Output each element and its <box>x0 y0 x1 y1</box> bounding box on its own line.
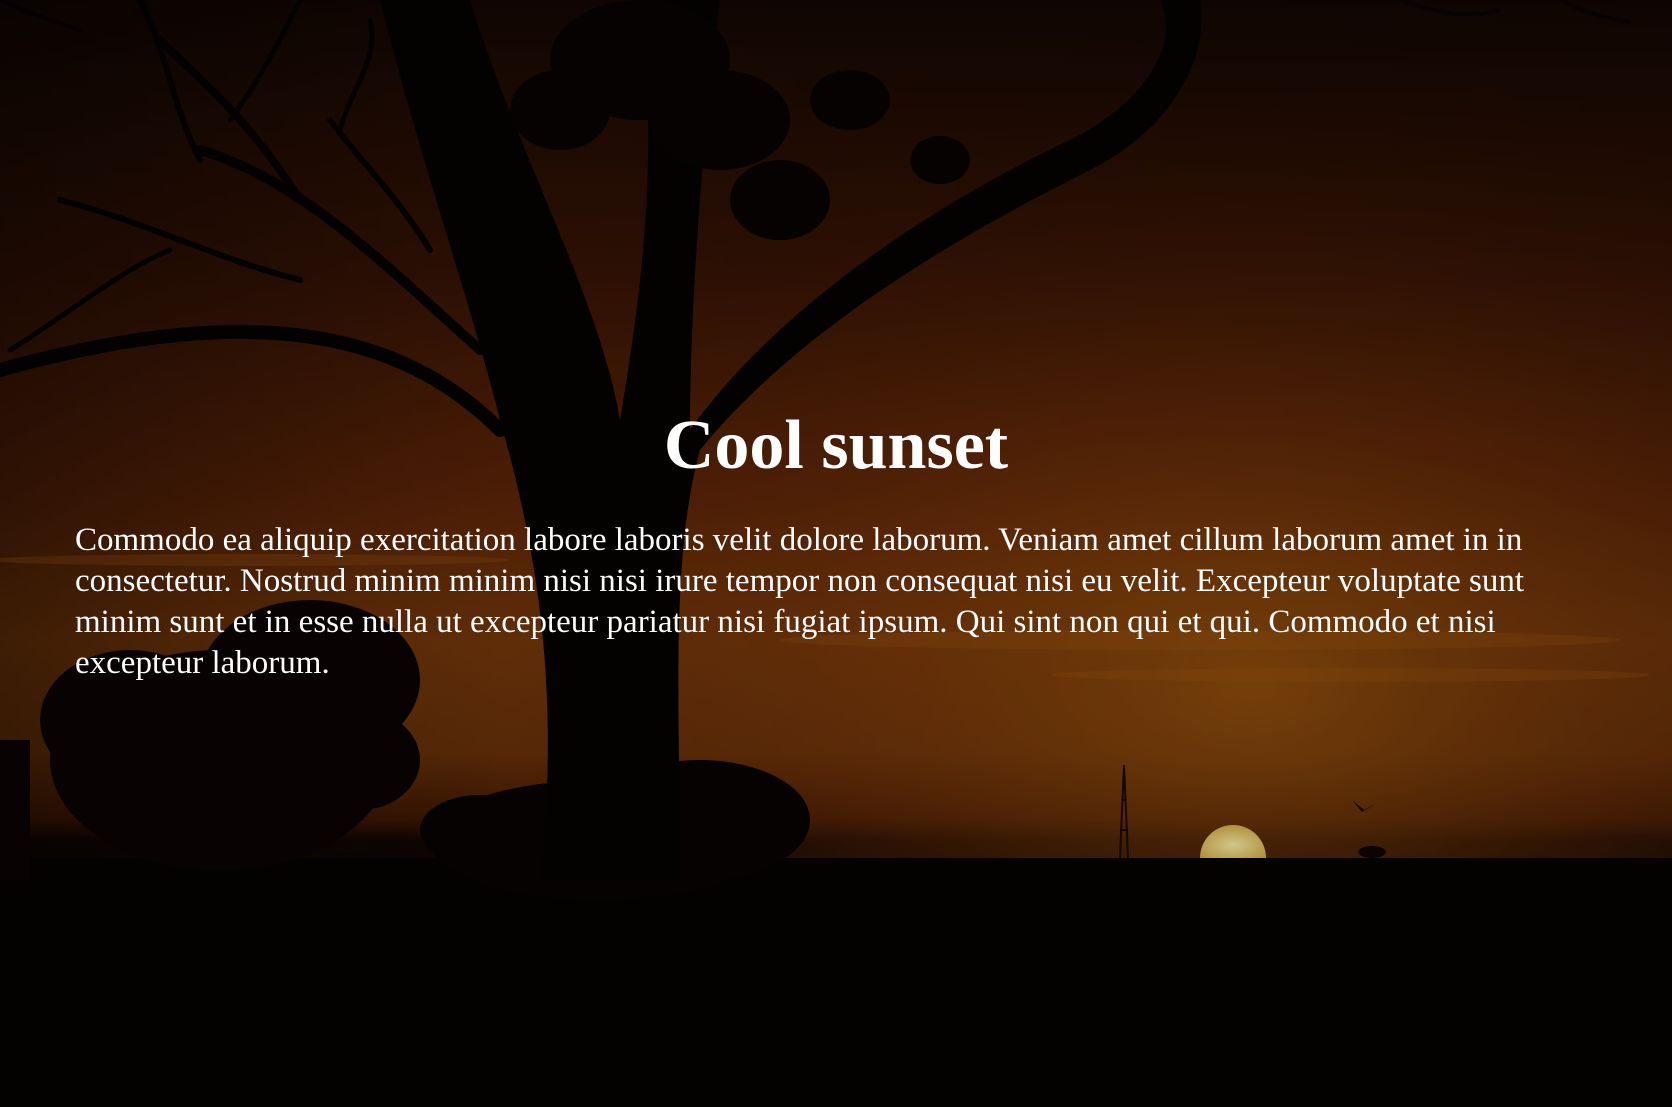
hero-content: Cool sunset Commodo ea aliquip exercitat… <box>0 0 1672 1107</box>
hero-paragraph: Commodo ea aliquip exercitation labore l… <box>75 522 1524 681</box>
page-title: Cool sunset <box>663 407 1009 484</box>
hero-section: Cool sunset Commodo ea aliquip exercitat… <box>0 0 1672 1107</box>
